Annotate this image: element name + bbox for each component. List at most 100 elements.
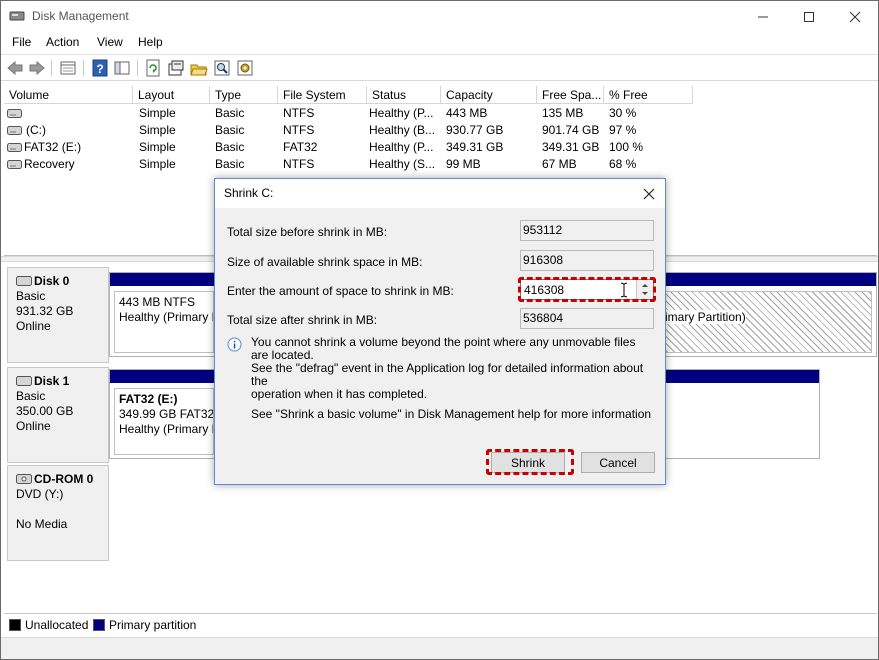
- disk-management-window: Disk Management File Action View Help ?: [0, 0, 879, 660]
- column-header-layout[interactable]: Layout: [133, 86, 210, 104]
- shrink-button[interactable]: Shrink: [491, 452, 565, 473]
- toolbar: ?: [1, 54, 878, 81]
- volume-capacity: 99 MB: [446, 157, 481, 171]
- volume-row[interactable]: Simple Basic NTFS Healthy (P... 443 MB 1…: [4, 105, 877, 122]
- volume-row[interactable]: FAT32 (E:) Simple Basic FAT32 Healthy (P…: [4, 139, 877, 156]
- legend-label: Unallocated: [25, 618, 89, 632]
- partition-c[interactable]: imary Partition): [660, 291, 872, 353]
- volume-row[interactable]: (C:) Simple Basic NTFS Healthy (B... 930…: [4, 122, 877, 139]
- title-bar: Disk Management: [1, 1, 878, 32]
- volume-layout: Simple: [139, 123, 176, 137]
- partition-system[interactable]: 443 MB NTFS Healthy (Primary P: [114, 291, 214, 353]
- legend-label: Primary partition: [109, 618, 197, 632]
- menu-help[interactable]: Help: [138, 35, 163, 49]
- dialog-title: Shrink C:: [224, 186, 274, 200]
- volume-layout: Simple: [139, 106, 176, 120]
- column-header-volume[interactable]: Volume: [4, 86, 133, 104]
- partition-name: FAT32 (E:): [119, 392, 178, 406]
- svg-text:?: ?: [96, 62, 103, 76]
- cancel-button[interactable]: Cancel: [581, 452, 655, 473]
- shrink-amount-spinner[interactable]: [636, 280, 653, 299]
- help-hint-text: See "Shrink a basic volume" in Disk Mana…: [251, 407, 652, 421]
- cdrom-0-label[interactable]: CD-ROM 0 DVD (Y:) No Media: [7, 465, 109, 561]
- status-bar: [1, 637, 878, 659]
- menu-file[interactable]: File: [12, 35, 31, 49]
- shrink-dialog: Shrink C: Total size before shrink in MB…: [214, 178, 666, 485]
- column-header-capacity[interactable]: Capacity: [441, 86, 537, 104]
- window-title: Disk Management: [32, 9, 129, 23]
- partition-info: 443 MB NTFS: [119, 295, 196, 309]
- partition-fat32[interactable]: FAT32 (E:) 349.99 GB FAT32 Healthy (Prim…: [114, 388, 214, 455]
- menu-bar: File Action View Help: [1, 32, 878, 53]
- total-after-label: Total size after shrink in MB:: [227, 313, 378, 327]
- dialog-title-bar: Shrink C:: [215, 179, 665, 208]
- minimize-button[interactable]: [740, 1, 786, 32]
- column-header-status[interactable]: Status: [367, 86, 441, 104]
- column-header-percent-free[interactable]: % Free: [604, 86, 693, 104]
- volume-type: Basic: [215, 140, 245, 154]
- text-cursor-icon: [620, 282, 628, 298]
- volume-capacity: 443 MB: [446, 106, 488, 120]
- menu-action[interactable]: Action: [46, 35, 79, 49]
- partition-status: Healthy (Primary P: [119, 310, 214, 324]
- disk-kind: Basic: [16, 389, 46, 403]
- disk-kind: DVD (Y:): [16, 487, 64, 501]
- volume-status: Healthy (B...: [369, 123, 436, 137]
- volume-free-space: 135 MB: [542, 106, 584, 120]
- volume-free-space: 349.31 GB: [542, 140, 600, 154]
- minimize-icon: [758, 16, 768, 17]
- info-line: You cannot shrink a volume beyond the po…: [251, 335, 636, 362]
- rescan-icon[interactable]: [167, 59, 185, 77]
- disk-icon: [16, 276, 32, 286]
- close-icon[interactable]: [639, 184, 659, 204]
- disk-name: Disk 1: [34, 374, 70, 388]
- column-header-type[interactable]: Type: [210, 86, 278, 104]
- disk-size: 350.00 GB: [16, 404, 74, 418]
- disk-name: Disk 0: [34, 274, 70, 288]
- volume-capacity: 930.77 GB: [446, 123, 504, 137]
- column-header-file-system[interactable]: File System: [278, 86, 367, 104]
- disk-1-label[interactable]: Disk 1 Basic 350.00 GB Online: [7, 367, 109, 463]
- disk-size: 931.32 GB: [16, 304, 74, 318]
- volume-file-system: NTFS: [283, 123, 315, 137]
- volume-percent-free: 100 %: [609, 140, 644, 154]
- menu-view[interactable]: View: [97, 35, 123, 49]
- volume-row[interactable]: Recovery Simple Basic NTFS Healthy (S...…: [4, 156, 877, 173]
- shrink-amount-label: Enter the amount of space to shrink in M…: [227, 284, 454, 298]
- volume-status: Healthy (S...: [369, 157, 436, 171]
- maximize-button[interactable]: [786, 1, 832, 32]
- available-shrink-value: 916308: [520, 250, 654, 271]
- toolbar-separator: [137, 60, 138, 76]
- close-icon: [849, 11, 861, 22]
- volume-free-space: 67 MB: [542, 157, 577, 171]
- open-icon[interactable]: [190, 59, 208, 77]
- drive-icon: [7, 109, 22, 118]
- volume-layout: Simple: [139, 157, 176, 171]
- console-icon[interactable]: [113, 59, 131, 77]
- info-line: operation when it has completed.: [251, 387, 428, 401]
- search-icon[interactable]: [213, 59, 231, 77]
- properties-icon[interactable]: [59, 59, 77, 77]
- total-after-value: 536804: [520, 308, 654, 329]
- shrink-amount-input[interactable]: [520, 279, 654, 300]
- disk-0-label[interactable]: Disk 0 Basic 931.32 GB Online: [7, 267, 109, 363]
- volume-file-system: NTFS: [283, 106, 315, 120]
- forward-arrow-icon[interactable]: [28, 59, 46, 77]
- back-arrow-icon[interactable]: [6, 59, 24, 77]
- column-header-free-space[interactable]: Free Spa...: [537, 86, 604, 104]
- legend: Unallocated Primary partition: [4, 613, 877, 635]
- close-window-button[interactable]: [832, 1, 878, 32]
- toolbar-separator: [51, 60, 52, 76]
- available-shrink-label: Size of available shrink space in MB:: [227, 255, 423, 269]
- volume-layout: Simple: [139, 140, 176, 154]
- settings-icon[interactable]: [236, 59, 254, 77]
- volume-percent-free: 30 %: [609, 106, 637, 120]
- cdrom-icon: [16, 474, 32, 484]
- spinner-arrows-icon: [642, 284, 648, 295]
- disk-management-app-icon: [9, 11, 25, 21]
- disk-kind: Basic: [16, 289, 46, 303]
- volume-name: FAT32 (E:): [24, 140, 82, 154]
- help-icon[interactable]: ?: [91, 59, 109, 77]
- refresh-icon[interactable]: [144, 59, 162, 77]
- volume-free-space: 901.74 GB: [542, 123, 600, 137]
